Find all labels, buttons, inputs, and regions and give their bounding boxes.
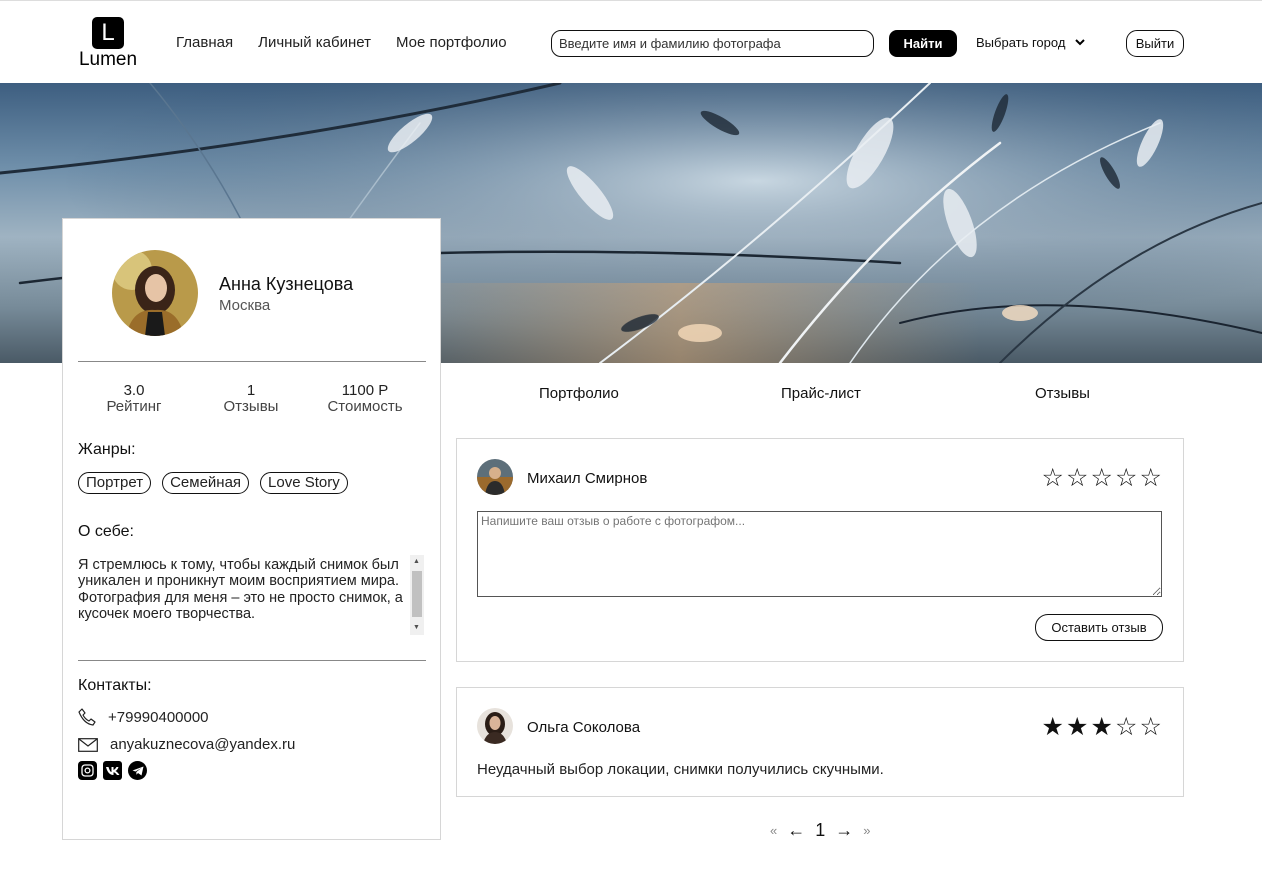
divider — [78, 361, 426, 362]
profile-avatar — [112, 250, 198, 336]
star-empty-icon[interactable]: ☆ — [1114, 466, 1139, 491]
nav-portfolio[interactable]: Мое портфолио — [396, 34, 507, 51]
tab-price-list[interactable]: Прайс-лист — [781, 385, 861, 402]
about-text: Я стремлюсь к тому, чтобы каждый снимок … — [78, 557, 403, 622]
logout-button[interactable]: Выйти — [1126, 30, 1184, 57]
rating-input[interactable]: ☆ ☆ ☆ ☆ ☆ — [1041, 466, 1164, 491]
star-empty-icon[interactable]: ☆ — [1090, 466, 1115, 491]
telegram-icon[interactable] — [128, 761, 147, 780]
genres-list: Портрет Семейная Love Story — [78, 472, 348, 494]
divider — [78, 660, 426, 661]
review-textarea[interactable] — [477, 511, 1162, 597]
scrollbar-thumb[interactable] — [412, 571, 422, 617]
phone-icon — [78, 708, 96, 726]
star-empty-icon: ☆ — [1139, 713, 1162, 741]
about-scrollbar[interactable]: ▲ ▼ — [410, 555, 424, 635]
review-author: Ольга Соколова — [527, 719, 641, 736]
page-number[interactable]: 1 — [815, 820, 825, 841]
city-select-label: Выбрать город — [976, 35, 1066, 50]
city-select[interactable]: Выбрать город — [976, 35, 1086, 50]
avatar — [477, 459, 513, 495]
stat-reviews-label: Отзывы — [223, 398, 279, 415]
header: L Lumen Главная Личный кабинет Мое портф… — [0, 0, 1262, 83]
stat-rating-label: Рейтинг — [106, 398, 162, 415]
scroll-up-icon[interactable]: ▲ — [413, 558, 420, 566]
star-empty-icon: ☆ — [1115, 713, 1138, 741]
review-form-author: Михаил Смирнов — [527, 470, 648, 487]
genre-tag[interactable]: Портрет — [78, 472, 152, 494]
scroll-down-icon[interactable]: ▼ — [413, 624, 420, 632]
nav-account[interactable]: Личный кабинет — [258, 34, 371, 51]
search-input[interactable] — [551, 30, 874, 57]
profile-city: Москва — [219, 297, 271, 314]
first-page-button[interactable]: « — [770, 823, 777, 838]
stat-price-value: 1100 Р — [341, 382, 389, 399]
genre-tag[interactable]: Love Story — [260, 472, 348, 494]
tab-portfolio[interactable]: Портфолио — [539, 385, 619, 402]
vk-icon[interactable] — [103, 761, 122, 780]
tab-reviews[interactable]: Отзывы — [1035, 385, 1090, 402]
submit-review-button[interactable]: Оставить отзыв — [1035, 614, 1163, 641]
nav-home[interactable]: Главная — [176, 34, 233, 51]
profile-card: Анна Кузнецова Москва 3.0 Рейтинг 1 Отзы… — [62, 218, 441, 840]
logo[interactable]: L Lumen — [77, 17, 139, 70]
prev-arrow-icon[interactable]: ← — [787, 820, 805, 841]
stat-price: 1100 Р Стоимость — [315, 383, 415, 415]
last-page-button[interactable]: » — [863, 823, 870, 838]
chevron-down-icon — [1075, 39, 1086, 46]
stat-rating-value: 3.0 — [123, 382, 145, 399]
star-empty-icon[interactable]: ☆ — [1041, 466, 1066, 491]
profile-name: Анна Кузнецова — [219, 274, 354, 294]
star-filled-icon: ★ — [1066, 713, 1089, 741]
genres-title: Жанры: — [78, 441, 136, 458]
instagram-icon[interactable] — [78, 761, 97, 780]
contact-phone[interactable]: +79990400000 — [78, 708, 209, 726]
about-box[interactable]: Я стремлюсь к тому, чтобы каждый снимок … — [78, 555, 424, 635]
star-empty-icon[interactable]: ☆ — [1065, 466, 1090, 491]
mail-icon — [78, 737, 98, 752]
find-button[interactable]: Найти — [889, 30, 957, 57]
stat-reviews-value: 1 — [246, 382, 256, 399]
review-rating: ★ ★ ★ ☆ ☆ — [1041, 715, 1164, 740]
star-empty-icon[interactable]: ☆ — [1139, 466, 1164, 491]
about-title: О себе: — [78, 523, 134, 540]
stat-price-label: Стоимость — [327, 398, 403, 415]
stat-rating: 3.0 Рейтинг — [88, 383, 180, 415]
review-item: Ольга Соколова ★ ★ ★ ☆ ☆ Неудачный выбор… — [456, 687, 1184, 797]
next-arrow-icon[interactable]: → — [835, 820, 853, 841]
star-filled-icon: ★ — [1041, 713, 1064, 741]
contacts-title: Контакты: — [78, 677, 152, 694]
review-form: Михаил Смирнов ☆ ☆ ☆ ☆ ☆ Оставить отзыв — [456, 438, 1184, 662]
genre-tag[interactable]: Семейная — [162, 472, 250, 494]
star-filled-icon: ★ — [1090, 713, 1113, 741]
review-text: Неудачный выбор локации, снимки получили… — [477, 761, 884, 778]
email-address: anyakuznecova@yandex.ru — [110, 736, 296, 753]
logo-text: Lumen — [78, 49, 138, 70]
social-links — [78, 761, 147, 780]
contact-email[interactable]: anyakuznecova@yandex.ru — [78, 736, 295, 753]
main-nav: Главная Личный кабинет Мое портфолио — [176, 34, 507, 51]
logo-mark: L — [92, 17, 124, 49]
phone-number: +79990400000 — [108, 708, 209, 726]
pagination: « ← 1 → » — [770, 820, 870, 841]
avatar — [477, 708, 513, 744]
stat-reviews: 1 Отзывы — [205, 383, 297, 415]
